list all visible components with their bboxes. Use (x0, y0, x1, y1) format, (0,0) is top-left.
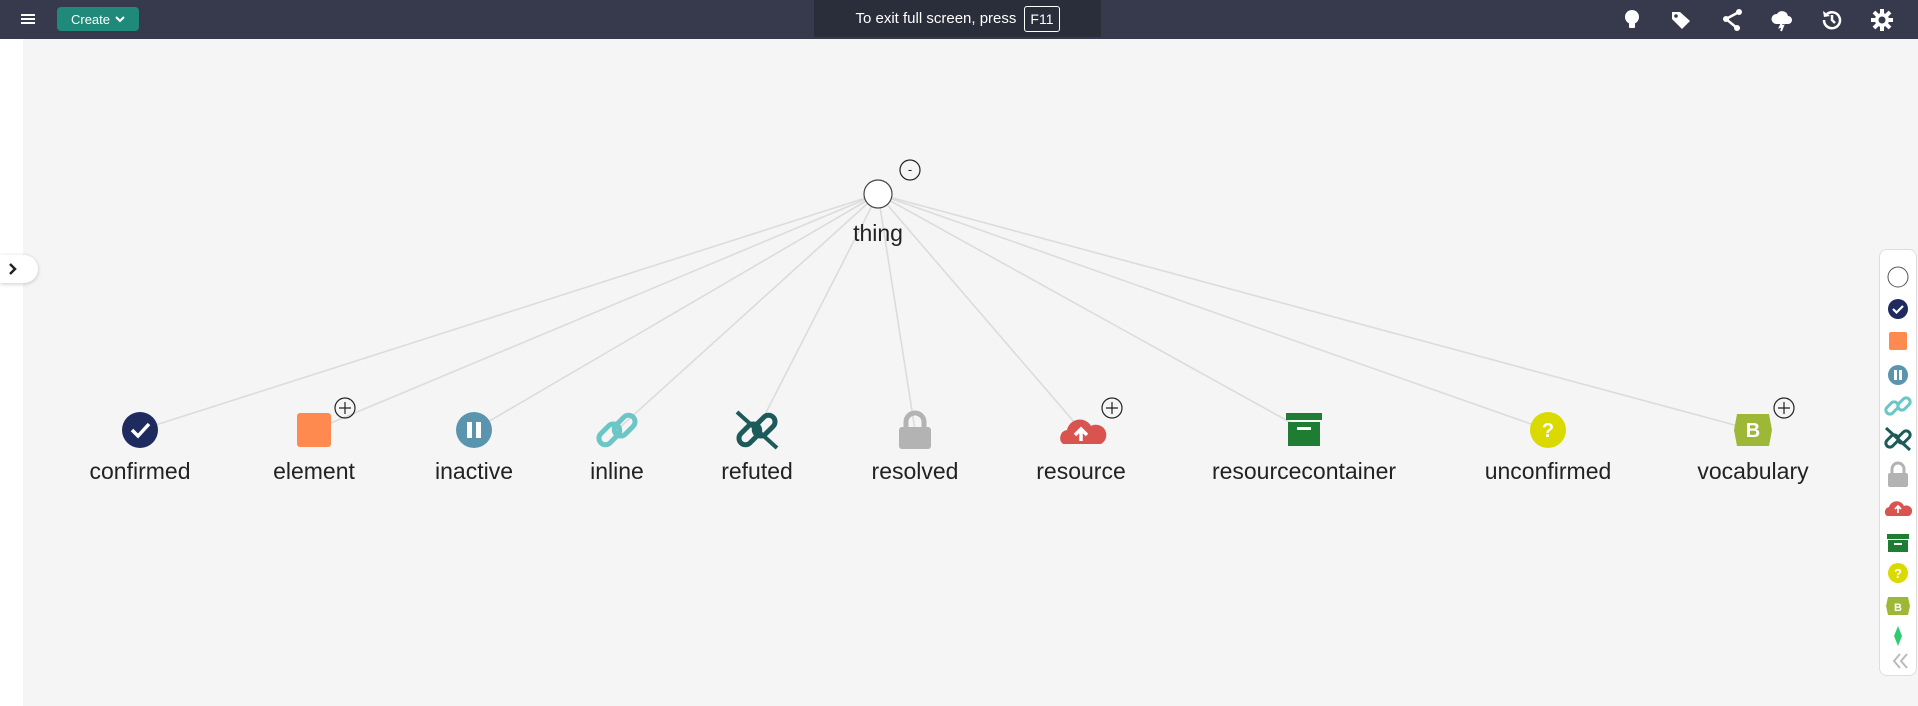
archive-icon[interactable] (1887, 534, 1909, 552)
check-circle-icon[interactable] (1888, 299, 1908, 319)
double-chevron-left-icon[interactable] (1892, 653, 1908, 669)
resourcecontainer-node[interactable]: resourcecontainer (1212, 413, 1396, 484)
svg-text:?: ? (1542, 420, 1554, 442)
node-label: resolved (872, 458, 959, 484)
refuted-node[interactable]: refuted (721, 410, 793, 484)
question-circle-icon[interactable]: ? (1888, 563, 1908, 583)
node-label: element (273, 458, 355, 484)
lock-icon[interactable] (1888, 461, 1908, 487)
archive-icon (1286, 413, 1322, 446)
vocabulary-node[interactable]: Bvocabulary (1697, 397, 1809, 484)
unlink-icon (735, 410, 779, 450)
unconfirmed-node[interactable]: ? unconfirmed (1485, 412, 1612, 484)
element-node[interactable]: element (273, 397, 356, 484)
node-label: inline (590, 458, 644, 484)
confirmed-node[interactable]: confirmed (90, 412, 191, 484)
graph-edge (139, 193, 879, 431)
circle-outline-icon[interactable] (1887, 266, 1909, 288)
pause-circle-icon (456, 412, 492, 448)
svg-text:B: B (1894, 602, 1902, 614)
graph-edge (313, 193, 879, 431)
inactive-node[interactable]: inactive (435, 412, 513, 484)
square-icon[interactable] (1889, 332, 1907, 350)
root-node-label: thing (853, 220, 903, 246)
brackets-b-icon[interactable]: B (1886, 597, 1910, 615)
inline-node[interactable]: inline (590, 412, 644, 484)
collapse-toggle-symbol: - (908, 162, 912, 177)
node-label: vocabulary (1697, 458, 1809, 484)
link-icon[interactable] (1884, 396, 1912, 416)
expand-node-plus-icon[interactable] (334, 397, 356, 419)
lock-icon (899, 410, 931, 449)
cloud-upload-icon (1060, 419, 1107, 444)
graph-edge (877, 193, 1305, 431)
expand-node-plus-icon[interactable] (1101, 397, 1123, 419)
graph-canvas: confirmed element inactive inline refuted res… (90, 159, 1809, 484)
expand-node-plus-icon[interactable] (1773, 397, 1795, 419)
node-label: unconfirmed (1485, 458, 1612, 484)
graph-edge (877, 193, 1754, 431)
node-label: refuted (721, 458, 793, 484)
diamond-icon[interactable] (1894, 626, 1902, 646)
graph-edge (616, 193, 879, 431)
node-label: inactive (435, 458, 513, 484)
question-circle-icon: ? (1530, 412, 1566, 448)
resource-node[interactable]: resource (1036, 397, 1126, 484)
node-label: confirmed (90, 458, 191, 484)
node-label: resource (1036, 458, 1125, 484)
resolved-node[interactable]: resolved (872, 410, 959, 484)
svg-text:B: B (1746, 420, 1760, 442)
unlink-icon[interactable] (1884, 426, 1912, 452)
root-node[interactable] (863, 179, 893, 209)
node-label: resourcecontainer (1212, 458, 1396, 484)
check-circle-icon (122, 412, 158, 448)
legend-panel: ? B (1879, 249, 1917, 676)
square-icon (297, 413, 331, 447)
pause-circle-icon[interactable] (1888, 365, 1908, 385)
collapse-toggle[interactable]: - (899, 159, 921, 181)
brackets-b-icon: B (1734, 414, 1772, 446)
svg-text:?: ? (1894, 566, 1902, 581)
cloud-upload-icon[interactable] (1884, 501, 1913, 516)
